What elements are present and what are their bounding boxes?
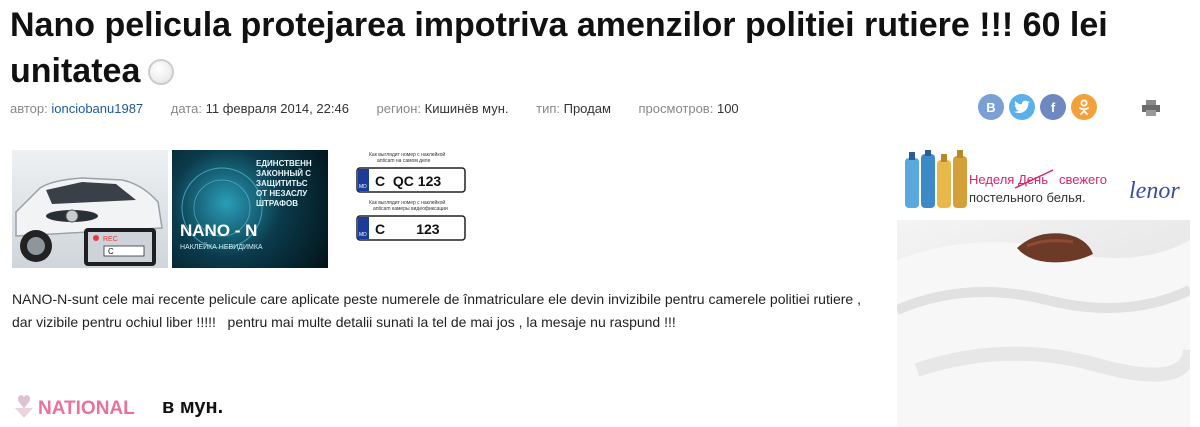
section-heading: в мун.	[162, 395, 224, 418]
plate2-number: C 123	[375, 221, 440, 237]
facebook-icon[interactable]: f	[1040, 94, 1066, 120]
odnoklassniki-icon[interactable]	[1071, 94, 1097, 120]
ad-banner-top: Неделя День свежего постельного белья. l…	[897, 150, 1190, 220]
nano-line-5: ШТРАФОВ	[256, 199, 298, 208]
title-text: Nano pelicula protejarea impotriva amenz…	[10, 6, 1108, 90]
ad-line2: постельного белья.	[969, 190, 1086, 205]
listing-description: NANO-N-sunt cele mai recente pelicule ca…	[12, 291, 865, 330]
plate1-number: C QC 123	[375, 173, 441, 189]
plate1-caption-1: Как выглядит номер с наклейкой	[369, 151, 445, 158]
ad-line1-b: свежего	[1059, 172, 1107, 187]
author-label: автор:	[10, 101, 48, 116]
date-value: 11 февраля 2014, 22:46	[205, 101, 349, 116]
vk-label: B	[986, 99, 996, 115]
author-link[interactable]: ionciobanu1987	[51, 101, 143, 116]
region-label: регион:	[376, 101, 422, 116]
plate2-caption-2: anticam камеры видеофиксации	[373, 206, 448, 212]
car-plate-text: C	[108, 247, 114, 256]
nano-n-graphic: ЕДИНСТВЕНН ЗАКОННЫЙ С ЗАЩИТИТЬС ОТ НЕЗАС…	[180, 159, 312, 251]
car-photo[interactable]: REC C	[12, 150, 168, 268]
region-value: Кишинёв мун.	[424, 101, 509, 116]
nano-line-1: ЕДИНСТВЕНН	[256, 159, 312, 168]
print-icon[interactable]	[1142, 100, 1160, 116]
date-label: дата:	[170, 101, 202, 116]
listing-meta: автор: ionciobanu1987 дата: 11 февраля 2…	[10, 101, 763, 116]
national-logo-text: NATIONAL	[38, 398, 135, 419]
facebook-label: f	[1050, 99, 1056, 115]
ad-photo-bedding	[897, 220, 1190, 427]
plate2-code: MD	[359, 232, 367, 238]
national-logo: NATIONAL	[15, 395, 135, 419]
lenor-advertisement[interactable]: Неделя День свежего постельного белья. l…	[897, 150, 1190, 427]
plates-graphic: Как выглядит номер с наклейкой anticam н…	[356, 151, 466, 241]
nano-subtitle: НАКЛЕЙКА НЕВИДИМКА	[180, 242, 263, 251]
plate2-caption-1: Как выглядит номер с наклейкой	[369, 199, 445, 206]
bedding-photo-graphic	[897, 233, 1190, 427]
rec-label: REC	[103, 236, 118, 243]
lenor-logo-text: lenor	[1129, 178, 1180, 204]
contact-section-header: NATIONAL в мун.	[12, 392, 223, 422]
nano-logo-text: NANO - N	[180, 221, 257, 240]
page-title: Nano pelicula protejarea impotriva amenz…	[10, 2, 1200, 94]
ad-line1-a: Неделя	[969, 172, 1014, 187]
nano-n-banner[interactable]: ЕДИНСТВЕНН ЗАКОННЫЙ С ЗАЩИТИТЬС ОТ НЕЗАС…	[172, 150, 328, 268]
views-count: 100	[716, 101, 739, 116]
car-illustration: REC C	[15, 177, 163, 266]
nano-line-2: ЗАКОННЫЙ С	[256, 169, 311, 178]
views-label: просмотров:	[638, 101, 714, 116]
loading-spinner-icon	[148, 59, 175, 85]
type-label: тип:	[536, 101, 560, 116]
plate1-code: MD	[359, 184, 367, 190]
plate1-caption-2: anticam на самом деле	[377, 158, 431, 164]
share-buttons: B f	[978, 94, 1097, 120]
vk-icon[interactable]: B	[978, 94, 1004, 120]
ad-banner-graphic: Неделя День свежего постельного белья. l…	[905, 150, 1180, 208]
odnoklassniki-glyph	[1079, 99, 1089, 115]
type-value: Продам	[563, 101, 611, 116]
nano-line-3: ЗАЩИТИТЬС	[256, 179, 308, 188]
nano-line-4: ОТ НЕЗАСЛУ	[256, 189, 308, 198]
twitter-icon[interactable]	[1009, 94, 1035, 120]
twitter-bird-glyph	[1014, 100, 1030, 114]
license-plates-comparison[interactable]: Как выглядит номер с наклейкой anticam н…	[355, 150, 467, 250]
